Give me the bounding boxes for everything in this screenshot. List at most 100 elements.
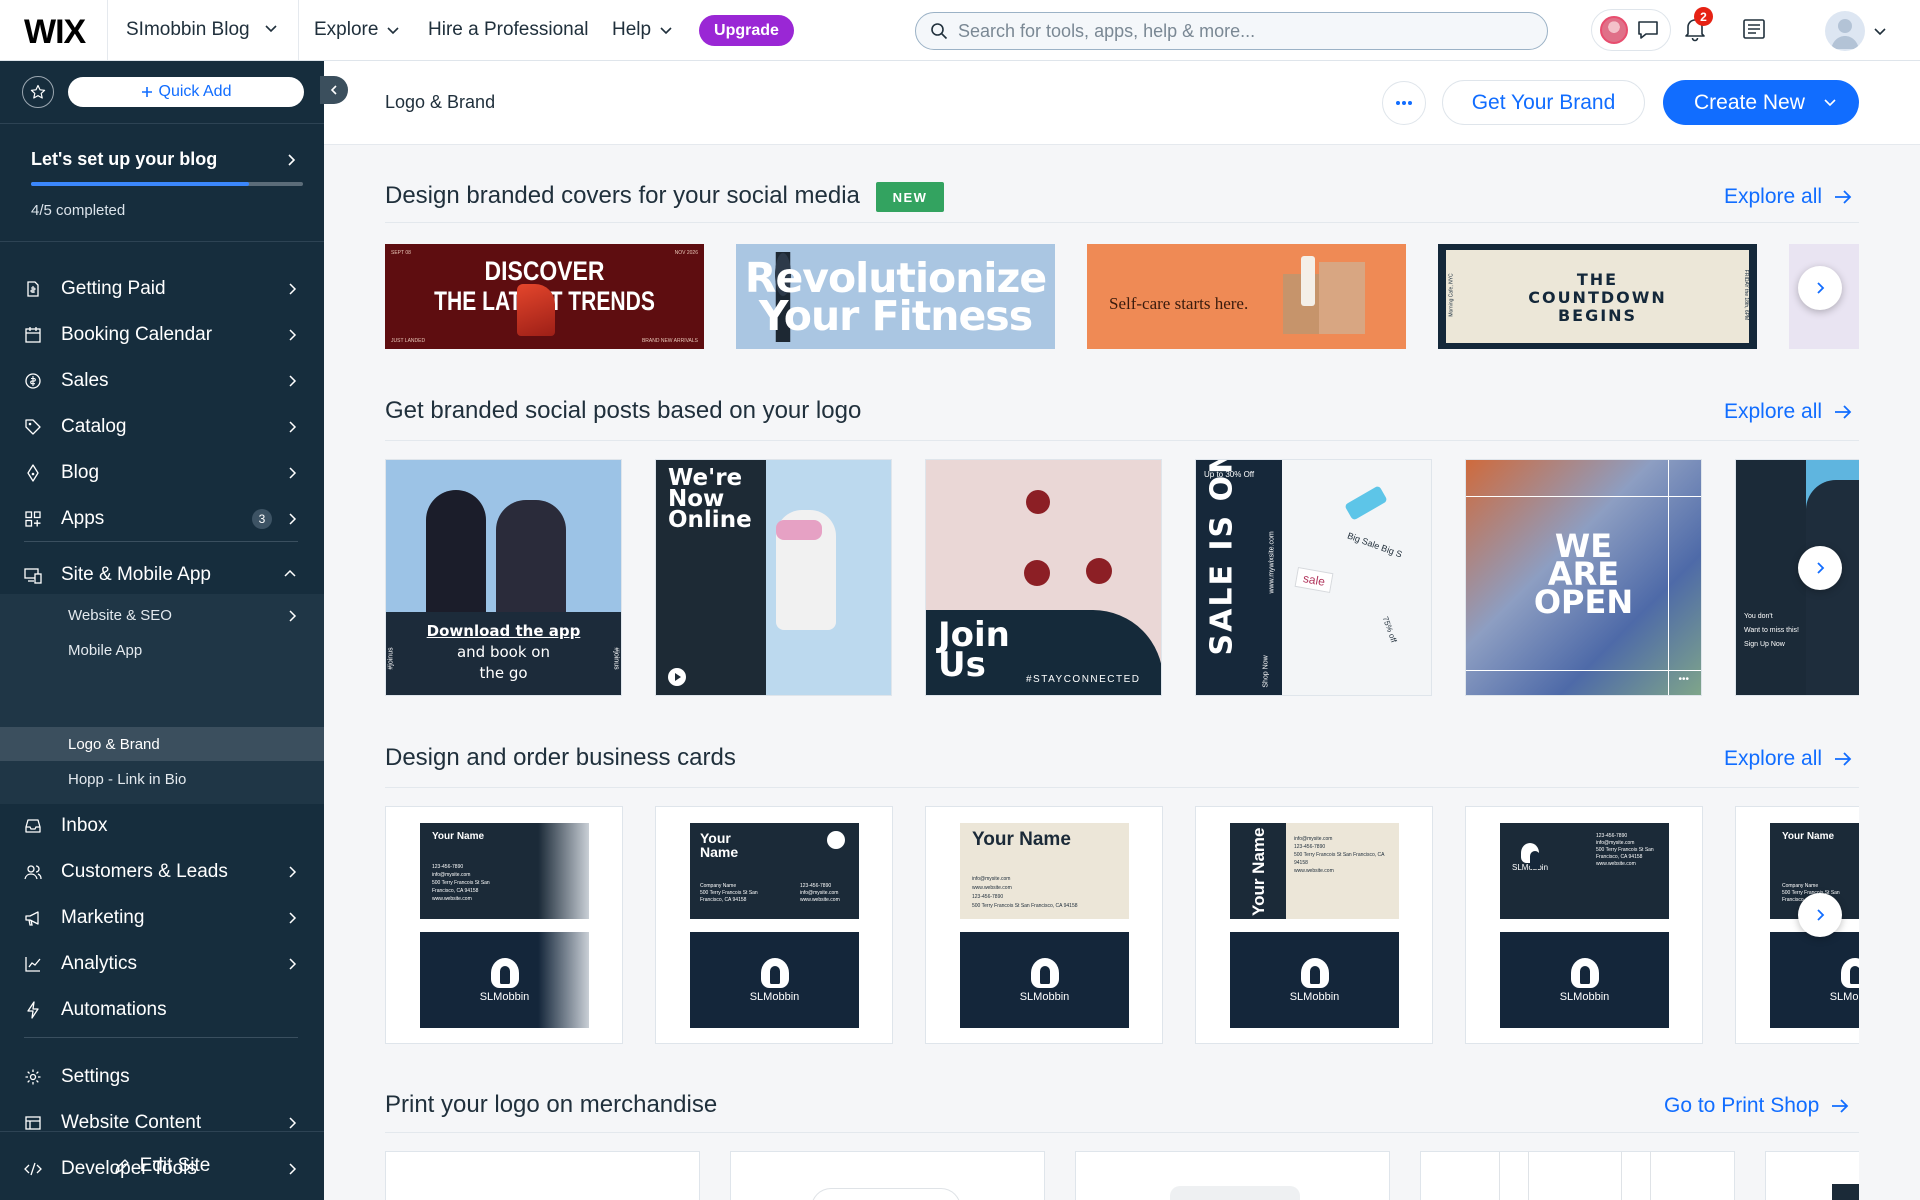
explore-all-label: Explore all [1724,185,1823,208]
social-post-template-card[interactable]: You don't Want to miss this! Sign Up Now [1735,459,1859,696]
setup-progress-fill [31,182,249,186]
business-card-template[interactable]: Your Name 123-456-7890 info@mysite.com 5… [385,806,623,1044]
nav-help-label: Help [612,19,652,40]
sales-icon [24,372,42,390]
sidebar-item-label: Customers & Leads [61,861,228,882]
apple-shape [1026,490,1050,514]
sidebar-subitem-mobile-app[interactable]: Mobile App [0,633,324,667]
post-side-panel [1736,460,1806,695]
sidebar-item-getting-paid[interactable]: Getting Paid [0,267,324,311]
news-feed-icon[interactable] [1742,18,1766,40]
sidebar-item-catalog[interactable]: Catalog [0,405,324,449]
sidebar-item-marketing[interactable]: Marketing [0,896,324,940]
profile-avatar[interactable] [1825,11,1865,51]
arrow-right-icon [1832,1099,1849,1113]
social-post-template-card[interactable]: Download the app and book on the go #joi… [385,459,622,696]
post-headline: OPEN [1533,583,1634,621]
collapse-sidebar-button[interactable] [320,76,348,104]
sidebar-item-booking-calendar[interactable]: Booking Calendar [0,313,324,357]
merch-product-card[interactable] [1075,1151,1390,1200]
nav-help[interactable]: Help [612,19,673,41]
card-email: info@mysite.com [972,876,1011,882]
business-card-template[interactable]: Your Name Company Name 500 Terry Francoi… [655,806,893,1044]
upgrade-button[interactable]: Upgrade [699,15,794,46]
cover-template-card[interactable]: Self-care starts here. [1087,244,1406,349]
chevron-right-icon[interactable] [286,153,296,167]
carousel-next-button[interactable] [1798,546,1842,590]
sidebar-item-analytics[interactable]: Analytics [0,942,324,986]
post-subtext: You don't [1744,613,1773,620]
merch-product-card[interactable] [730,1151,1045,1200]
business-card-back: SLMobbin [420,932,589,1028]
chevron-down-icon [660,27,672,35]
cover-headline: Your Fitness [758,292,1033,340]
sidebar-subitem-hopp-link-in-bio[interactable]: Hopp - Link in Bio [0,762,324,796]
sidebar-subitem-logo-brand[interactable]: Logo & Brand [0,727,324,761]
create-new-button[interactable]: Create New [1663,80,1859,125]
social-post-template-card[interactable]: We're Now Online [655,459,892,696]
merch-product-card[interactable] [1765,1151,1859,1200]
sidebar-item-customers-leads[interactable]: Customers & Leads [0,850,324,894]
chevron-right-icon [289,866,297,878]
card-phone: 123-456-7890 [800,883,832,889]
grid-line [1466,496,1701,497]
sidebar-subitem-website-seo[interactable]: Website & SEO [0,598,324,632]
post-tag: Big Sale Big S [1346,530,1404,560]
chevron-right-icon [289,283,297,295]
explore-all-covers-link[interactable]: Explore all [1724,185,1852,209]
sidebar-item-label: Marketing [61,907,145,928]
sidebar-item-settings[interactable]: Settings [0,1055,324,1099]
social-post-template-card[interactable]: Join Us #STAYCONNECTED [925,459,1162,696]
quick-add-button[interactable]: Quick Add [68,77,304,107]
sidebar-item-automations[interactable]: Automations [0,988,324,1032]
tag-icon [24,418,42,436]
cover-template-card[interactable]: THE COUNTDOWN BEGINS Morning Cafe, NYC F… [1438,244,1757,349]
sidebar-item-apps[interactable]: Apps 3 [0,497,324,541]
social-post-template-card[interactable]: Up to 30% Off SALE IS ON www.mywixsite.c… [1195,459,1432,696]
nav-hire-professional[interactable]: Hire a Professional [428,19,589,41]
card-logo-block: SLMobbin [1512,843,1548,872]
merch-product-card[interactable] [1420,1151,1735,1200]
carousel-next-button[interactable] [1798,266,1842,310]
chevron-down-icon[interactable] [1873,24,1887,38]
business-card-template[interactable]: Your Name info@mysite.com 123-456-7890 5… [1195,806,1433,1044]
card-web: www.website.com [972,885,1012,891]
explore-all-label: Explore all [1724,747,1823,770]
sidebar-item-site-mobile-app[interactable]: Site & Mobile App [0,553,324,597]
go-to-print-shop-link[interactable]: Go to Print Shop [1664,1094,1849,1118]
sidebar-item-blog[interactable]: Blog [0,451,324,495]
card-contact-block: Company Name 500 Terry Francois St San F… [700,883,770,904]
sidebar-item-sales[interactable]: Sales [0,359,324,403]
carousel-next-button[interactable] [1798,893,1842,937]
business-card-template[interactable]: Your Name info@mysite.com www.website.co… [925,806,1163,1044]
sidebar-subitem-label: Mobile App [68,641,143,659]
setup-title[interactable]: Let's set up your blog [31,149,217,170]
search-input[interactable] [958,20,1518,42]
chevron-up-icon [284,569,296,577]
chat-button[interactable] [1591,9,1671,51]
site-switcher[interactable]: SImobbin Blog [107,0,299,60]
chevron-right-icon [289,958,297,970]
brand-logo-icon [1570,957,1599,988]
sidebar-item-inbox[interactable]: Inbox [0,804,324,848]
post-side-text: Shop Now [1262,655,1270,688]
more-actions-button[interactable] [1382,81,1426,125]
explore-all-posts-link[interactable]: Explore all [1724,400,1852,424]
social-post-template-card[interactable]: WE ARE OPEN ••• [1465,459,1702,696]
cover-template-card[interactable]: Revolutionize Your Fitness [736,244,1055,349]
nav-explore[interactable]: Explore [314,19,400,41]
get-your-brand-button[interactable]: Get Your Brand [1442,80,1645,125]
merch-product-card[interactable] [385,1151,700,1200]
divider [385,1132,1859,1133]
explore-all-cards-link[interactable]: Explore all [1724,747,1852,771]
card-contact-block: info@mysite.com 123-456-7890 500 Terry F… [1294,835,1392,875]
edit-site-button[interactable]: Edit Site [0,1131,324,1200]
wix-logo[interactable]: WIX [24,13,86,52]
chevron-right-icon [1817,282,1825,294]
business-card-template[interactable]: Your Name Company Name 500 Terry Francoi… [1735,806,1859,1044]
cover-headline: Self-care starts here. [1109,294,1249,313]
cover-template-card[interactable]: SEPT 08 NOV 2026 JUST LANDED BRAND NEW A… [385,244,704,349]
business-card-template[interactable]: SLMobbin 123-456-7890 info@mysite.com 50… [1465,806,1703,1044]
favorites-button[interactable] [22,76,54,108]
search-box[interactable] [915,12,1548,50]
